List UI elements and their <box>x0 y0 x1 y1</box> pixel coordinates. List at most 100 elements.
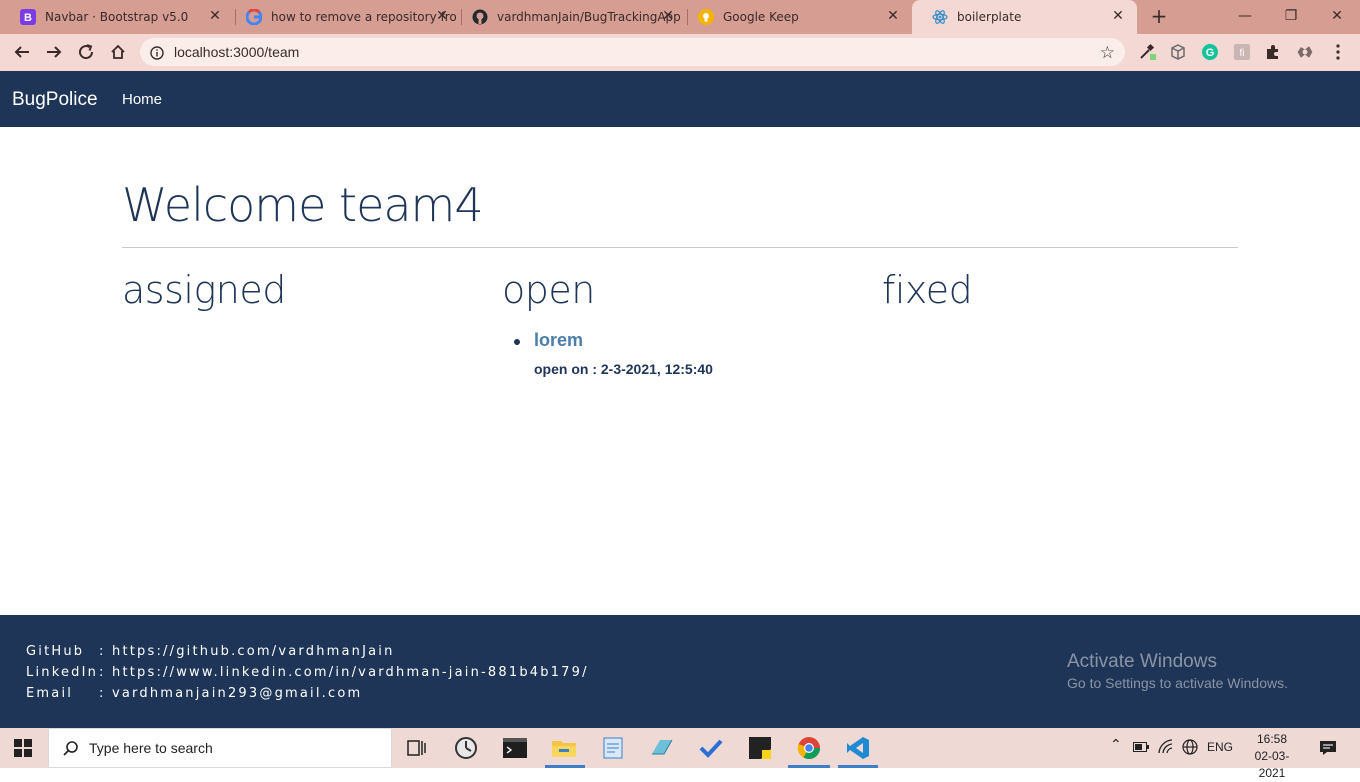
search-icon <box>62 740 80 762</box>
browser-toolbar: localhost:3000/team ☆ G fi <box>0 34 1360 71</box>
close-tab-icon[interactable]: ✕ <box>208 9 222 23</box>
tab-title: how to remove a repository fro <box>271 10 457 24</box>
site-info-icon[interactable] <box>150 45 164 64</box>
footer-linkedin-link[interactable]: https://www.linkedin.com/in/vardhman-jai… <box>112 665 589 680</box>
bug-opened-timestamp: open on : 2-3-2021, 12:5:40 <box>534 361 713 377</box>
sticky-notes-icon[interactable] <box>748 736 772 760</box>
column-heading-fixed: fixed <box>882 268 973 312</box>
column-heading-assigned: assigned <box>122 268 286 312</box>
back-arrow-icon <box>14 46 29 58</box>
svg-text:G: G <box>1206 47 1215 59</box>
todo-app-icon[interactable] <box>699 736 723 760</box>
column-heading-open: open <box>502 268 595 312</box>
taskbar-clock[interactable]: 16:58 02-03-2021 <box>1243 731 1301 782</box>
close-tab-icon[interactable]: ✕ <box>661 9 675 23</box>
list-bullet <box>514 339 520 345</box>
open-bug-list: lorem open on : 2-3-2021, 12:5:40 <box>514 330 713 377</box>
home-button[interactable] <box>108 42 128 62</box>
footer-email-row: Email: vardhmanjain293@gmail.com <box>26 686 362 701</box>
network-globe-icon[interactable] <box>1181 739 1199 758</box>
address-url[interactable]: localhost:3000/team <box>174 44 299 60</box>
cube-extension-icon[interactable] <box>1169 43 1187 61</box>
taskbar-search-placeholder: Type here to search <box>89 740 213 756</box>
close-tab-icon[interactable]: ✕ <box>1111 9 1125 23</box>
browser-tab-5-active[interactable]: boilerplate ✕ <box>912 0 1137 34</box>
svg-text:B: B <box>24 12 32 24</box>
react-icon <box>932 9 948 25</box>
windows-start-icon[interactable] <box>14 739 32 761</box>
bug-title-link[interactable]: lorem <box>534 330 713 351</box>
close-tab-icon[interactable]: ✕ <box>886 9 900 23</box>
terminal-icon[interactable] <box>503 736 527 760</box>
input-language-indicator[interactable]: ENG <box>1207 740 1233 754</box>
forward-arrow-icon <box>47 46 62 58</box>
title-divider <box>122 247 1238 248</box>
keep-icon <box>698 9 714 25</box>
footer-email-label: Email <box>26 686 74 701</box>
google-icon <box>246 9 262 25</box>
footer-linkedin-row: LinkedIn: https://www.linkedin.com/in/var… <box>26 665 589 680</box>
windows-taskbar: Type here to search ⌃ ENG 16:58 02-03-20… <box>0 728 1360 780</box>
wifi-icon[interactable] <box>1158 739 1176 758</box>
minimize-window-button[interactable]: — <box>1235 6 1255 26</box>
close-tab-icon[interactable]: ✕ <box>435 9 449 23</box>
show-hidden-icons-chevron-icon[interactable]: ⌃ <box>1110 737 1122 753</box>
footer-email-value[interactable]: vardhmanjain293@gmail.com <box>112 686 362 701</box>
battery-icon[interactable] <box>1133 741 1149 755</box>
footer: GitHub: https://github.com/vardhmanJain L… <box>0 615 1360 728</box>
taskbar-search-box[interactable]: Type here to search <box>48 728 392 768</box>
svg-text:fi: fi <box>1240 48 1245 59</box>
bookmark-star-icon[interactable]: ☆ <box>1100 43 1115 63</box>
footer-github-row: GitHub: https://github.com/vardhmanJain <box>26 644 395 659</box>
footer-separator: : <box>99 686 106 701</box>
snip-tool-icon[interactable] <box>650 736 674 760</box>
watermark-subtitle: Go to Settings to activate Windows. <box>1067 675 1288 691</box>
reload-icon <box>79 44 94 60</box>
new-tab-button[interactable]: + <box>1149 6 1169 26</box>
watermark-title: Activate Windows <box>1067 651 1217 672</box>
tab-title: Google Keep <box>723 10 799 24</box>
page-title: Welcome team4 <box>122 178 484 232</box>
vscode-icon[interactable] <box>846 736 870 760</box>
restore-window-button[interactable]: ❐ <box>1281 6 1301 26</box>
browser-tab-1[interactable]: B Navbar · Bootstrap v5.0 ✕ <box>0 0 234 34</box>
list-item: lorem open on : 2-3-2021, 12:5:40 <box>514 330 713 377</box>
task-view-icon[interactable] <box>405 736 429 760</box>
browser-tab-2[interactable]: how to remove a repository fro ✕ <box>226 0 461 34</box>
app-navbar: BugPolice Home <box>0 71 1360 127</box>
chrome-icon[interactable] <box>797 736 821 760</box>
clock-date: 02-03-2021 <box>1254 749 1290 780</box>
notifications-icon[interactable] <box>1319 740 1337 759</box>
footer-github-link[interactable]: https://github.com/vardhmanJain <box>112 644 395 659</box>
browser-tab-3[interactable]: vardhmanJain/BugTrackingApp ✕ <box>452 0 687 34</box>
footer-github-label: GitHub <box>26 644 85 659</box>
github-icon <box>472 9 488 25</box>
navbar-brand[interactable]: BugPolice <box>12 89 98 111</box>
activate-windows-watermark: Activate Windows Go to Settings to activ… <box>1067 651 1288 691</box>
clock-app-icon[interactable] <box>454 736 478 760</box>
nav-link-home[interactable]: Home <box>122 91 162 108</box>
footer-linkedin-label: LinkedIn <box>26 665 99 680</box>
bootstrap-icon: B <box>20 9 36 25</box>
browser-tab-4[interactable]: Google Keep ✕ <box>678 0 912 34</box>
file-explorer-icon[interactable] <box>552 736 576 760</box>
reload-button[interactable] <box>76 42 96 62</box>
grammarly-icon[interactable]: G <box>1201 43 1219 61</box>
translate-extension-icon[interactable]: fi <box>1233 43 1251 61</box>
tab-title: boilerplate <box>957 10 1022 24</box>
close-window-button[interactable]: ✕ <box>1327 6 1347 26</box>
footer-separator: : <box>99 644 106 659</box>
extensions-puzzle-icon[interactable] <box>1264 43 1282 61</box>
browser-tab-strip: B Navbar · Bootstrap v5.0 ✕ how to remov… <box>0 0 1360 34</box>
footer-separator: : <box>99 665 106 680</box>
tab-title: vardhmanJain/BugTrackingApp <box>497 10 681 24</box>
browser-menu-icon[interactable] <box>1329 43 1347 61</box>
clock-time: 16:58 <box>1256 732 1288 746</box>
address-bar[interactable]: localhost:3000/team ☆ <box>140 38 1125 66</box>
eyedropper-extension-icon[interactable] <box>1138 43 1156 61</box>
back-button[interactable] <box>12 42 32 62</box>
notepad-app-icon[interactable] <box>601 736 625 760</box>
profile-avatar-icon[interactable] <box>1296 43 1314 61</box>
home-icon <box>111 44 125 59</box>
forward-button[interactable] <box>44 42 64 62</box>
